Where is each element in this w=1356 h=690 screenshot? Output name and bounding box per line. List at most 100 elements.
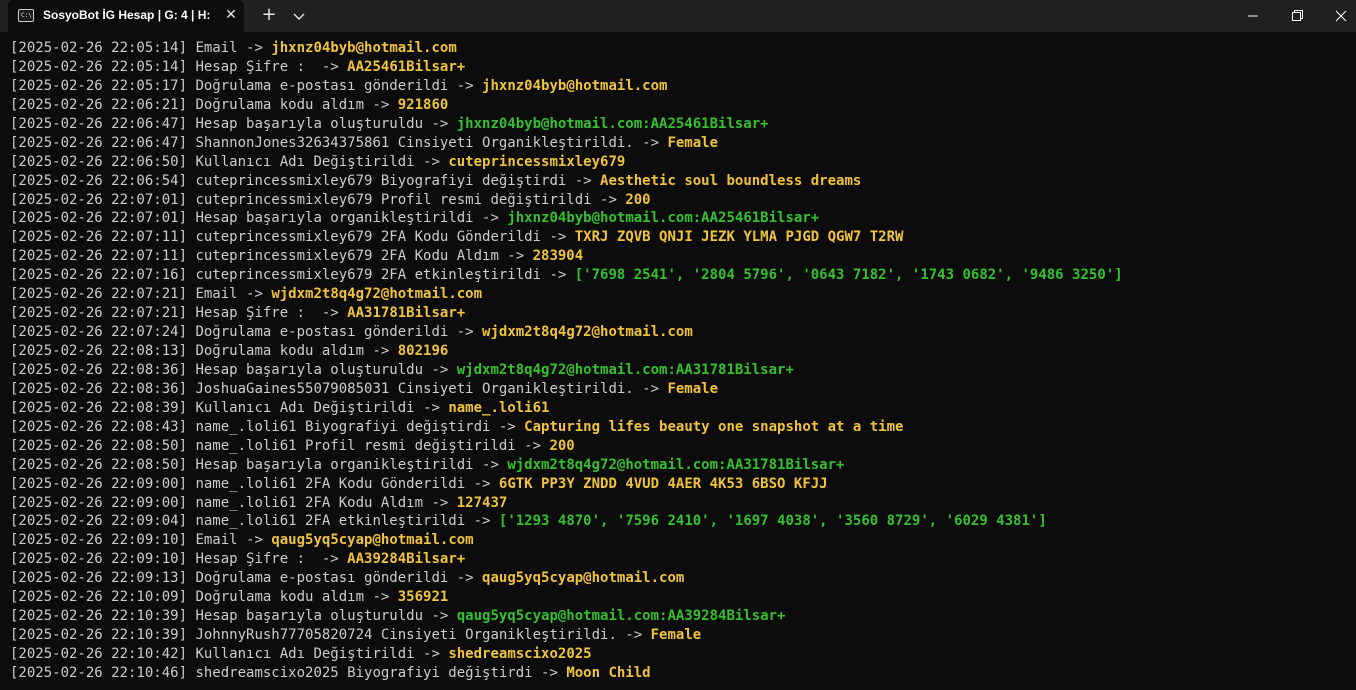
log-value: name_.loli61 — [448, 399, 550, 416]
new-tab-button[interactable]: + — [257, 4, 281, 28]
log-value: cuteprincessmixley679 — [448, 153, 626, 170]
log-message: name_.loli61 2FA etkinleştirildi -> — [187, 513, 499, 530]
log-value: 283904 — [532, 248, 584, 265]
log-message: Hesap başarıyla oluşturuldu -> — [187, 608, 457, 625]
log-timestamp: [2025-02-26 22:07:01] — [10, 191, 188, 208]
terminal-output[interactable]: [2025-02-26 22:05:14] Email -> jhxnz04by… — [0, 32, 1356, 690]
terminal-line: [2025-02-26 22:05:14] Hesap Şifre : -> A… — [10, 58, 1356, 77]
terminal-line: [2025-02-26 22:10:09] Doğrulama kodu ald… — [10, 588, 1356, 607]
log-timestamp: [2025-02-26 22:07:11] — [10, 248, 188, 265]
log-timestamp: [2025-02-26 22:06:21] — [10, 96, 188, 113]
terminal-line: [2025-02-26 22:07:24] Doğrulama e-postas… — [10, 323, 1356, 342]
log-timestamp: [2025-02-26 22:10:39] — [10, 608, 188, 625]
terminal-line: [2025-02-26 22:07:01] cuteprincessmixley… — [10, 191, 1356, 210]
log-message: Kullanıcı Adı Değiştirildi -> — [187, 646, 449, 662]
terminal-line: [2025-02-26 22:06:21] Doğrulama kodu ald… — [10, 96, 1356, 115]
log-timestamp: [2025-02-26 22:07:11] — [10, 229, 188, 246]
log-message: Hesap başarıyla oluşturuldu -> — [187, 361, 457, 378]
log-value: qaug5yq5cyap@hotmail.com — [271, 532, 474, 549]
log-timestamp: [2025-02-26 22:08:39] — [10, 399, 188, 416]
log-value: 921860 — [397, 96, 449, 113]
chevron-down-icon — [293, 13, 305, 20]
log-timestamp: [2025-02-26 22:09:10] — [10, 551, 188, 568]
log-value: 200 — [625, 191, 651, 208]
log-value: wjdxm2t8q4g72@hotmail.com:AA31781Bilsar+ — [456, 361, 794, 378]
log-timestamp: [2025-02-26 22:07:21] — [10, 305, 188, 322]
log-timestamp: [2025-02-26 22:05:14] — [10, 40, 188, 56]
log-value: 356921 — [397, 589, 449, 606]
log-value: Aesthetic soul boundless dreams — [600, 172, 862, 189]
log-timestamp: [2025-02-26 22:07:24] — [10, 324, 188, 341]
terminal-line: [2025-02-26 22:09:10] Email -> qaug5yq5c… — [10, 531, 1356, 550]
tab-dropdown-button[interactable] — [288, 4, 310, 28]
log-message: Hesap Şifre : -> — [187, 58, 348, 75]
log-timestamp: [2025-02-26 22:08:43] — [10, 418, 188, 435]
terminal-window: C:\ SosyoBot İG Hesap | G: 4 | H: ✕ + [2… — [0, 0, 1356, 690]
terminal-line: [2025-02-26 22:09:00] name_.loli61 2FA K… — [10, 475, 1356, 494]
terminal-line: [2025-02-26 22:09:00] name_.loli61 2FA K… — [10, 494, 1356, 513]
log-value: ['7698 2541', '2804 5796', '0643 7182', … — [574, 267, 1123, 284]
log-message: JoshuaGaines55079085031 Cinsiyeti Organi… — [187, 380, 668, 397]
log-value: TXRJ ZQVB QNJI JEZK YLMA PJGD QGW7 T2RW — [574, 229, 904, 246]
log-message: Kullanıcı Adı Değiştirildi -> — [187, 153, 449, 170]
log-message: cuteprincessmixley679 2FA Kodu Gönderild… — [187, 229, 575, 246]
log-timestamp: [2025-02-26 22:08:36] — [10, 380, 188, 397]
tab-close-icon[interactable]: ✕ — [220, 4, 242, 26]
log-value: wjdxm2t8q4g72@hotmail.com — [482, 324, 693, 341]
log-timestamp: [2025-02-26 22:09:00] — [10, 475, 188, 492]
terminal-line: [2025-02-26 22:10:39] Hesap başarıyla ol… — [10, 607, 1356, 626]
log-value: qaug5yq5cyap@hotmail.com:AA39284Bilsar+ — [456, 608, 786, 625]
terminal-line: [2025-02-26 22:06:47] Hesap başarıyla ol… — [10, 115, 1356, 134]
log-timestamp: [2025-02-26 22:06:47] — [10, 134, 188, 151]
terminal-line: [2025-02-26 22:07:21] Email -> wjdxm2t8q… — [10, 285, 1356, 304]
minimize-button[interactable] — [1230, 0, 1276, 32]
terminal-line: [2025-02-26 22:05:14] Email -> jhxnz04by… — [10, 39, 1356, 58]
log-message: shedreamscixo2025 Biyografiyi değiştirdi… — [187, 664, 567, 681]
log-message: Hesap başarıyla organikleştirildi -> — [187, 210, 508, 227]
terminal-line: [2025-02-26 22:05:17] Doğrulama e-postas… — [10, 77, 1356, 96]
log-timestamp: [2025-02-26 22:09:04] — [10, 513, 188, 530]
log-message: cuteprincessmixley679 Biyografiyi değişt… — [187, 172, 601, 189]
log-timestamp: [2025-02-26 22:07:16] — [10, 267, 188, 284]
log-value: shedreamscixo2025 — [448, 646, 592, 662]
terminal-line: [2025-02-26 22:08:13] Doğrulama kodu ald… — [10, 342, 1356, 361]
log-timestamp: [2025-02-26 22:07:01] — [10, 210, 188, 227]
terminal-line: [2025-02-26 22:10:39] JohnnyRush77705820… — [10, 626, 1356, 645]
tab-active[interactable]: C:\ SosyoBot İG Hesap | G: 4 | H: ✕ — [8, 0, 244, 32]
log-message: Email -> — [187, 532, 272, 549]
log-timestamp: [2025-02-26 22:10:09] — [10, 589, 188, 606]
log-timestamp: [2025-02-26 22:07:21] — [10, 286, 188, 303]
terminal-line: [2025-02-26 22:08:43] name_.loli61 Biyog… — [10, 418, 1356, 437]
tab-title: SosyoBot İG Hesap | G: 4 | H: — [43, 8, 211, 22]
minimize-icon — [1248, 15, 1258, 17]
terminal-line: [2025-02-26 22:08:50] name_.loli61 Profi… — [10, 437, 1356, 456]
log-timestamp: [2025-02-26 22:09:13] — [10, 570, 188, 587]
maximize-button[interactable] — [1274, 0, 1320, 32]
terminal-line: [2025-02-26 22:08:36] Hesap başarıyla ol… — [10, 361, 1356, 380]
maximize-icon — [1292, 10, 1303, 21]
log-message: Email -> — [187, 286, 272, 303]
terminal-line: [2025-02-26 22:07:11] cuteprincessmixley… — [10, 228, 1356, 247]
log-value: Female — [667, 134, 719, 151]
log-timestamp: [2025-02-26 22:06:50] — [10, 153, 188, 170]
log-timestamp: [2025-02-26 22:08:50] — [10, 437, 188, 454]
terminal-line: [2025-02-26 22:07:11] cuteprincessmixley… — [10, 247, 1356, 266]
log-value: qaug5yq5cyap@hotmail.com — [482, 570, 685, 587]
log-message: Doğrulama e-postası gönderildi -> — [187, 77, 483, 94]
terminal-line: [2025-02-26 22:08:39] Kullanıcı Adı Deği… — [10, 399, 1356, 418]
log-value: wjdxm2t8q4g72@hotmail.com — [271, 286, 483, 303]
log-message: Doğrulama e-postası gönderildi -> — [187, 570, 483, 587]
terminal-line: [2025-02-26 22:06:54] cuteprincessmixley… — [10, 172, 1356, 191]
log-message: cuteprincessmixley679 2FA etkinleştirild… — [187, 267, 575, 284]
close-window-button[interactable] — [1318, 0, 1356, 32]
terminal-line: [2025-02-26 22:08:50] Hesap başarıyla or… — [10, 456, 1356, 475]
log-timestamp: [2025-02-26 22:09:10] — [10, 532, 188, 549]
terminal-line: [2025-02-26 22:07:01] Hesap başarıyla or… — [10, 209, 1356, 228]
log-message: Hesap başarıyla organikleştirildi -> — [187, 456, 508, 473]
terminal-icon: C:\ — [18, 9, 34, 22]
log-value: Capturing lifes beauty one snapshot at a… — [524, 418, 904, 435]
log-message: Hesap başarıyla oluşturuldu -> — [187, 115, 457, 132]
log-timestamp: [2025-02-26 22:10:42] — [10, 646, 188, 662]
log-message: Kullanıcı Adı Değiştirildi -> — [187, 399, 449, 416]
log-message: name_.loli61 Profil resmi değiştirildi -… — [187, 437, 550, 454]
